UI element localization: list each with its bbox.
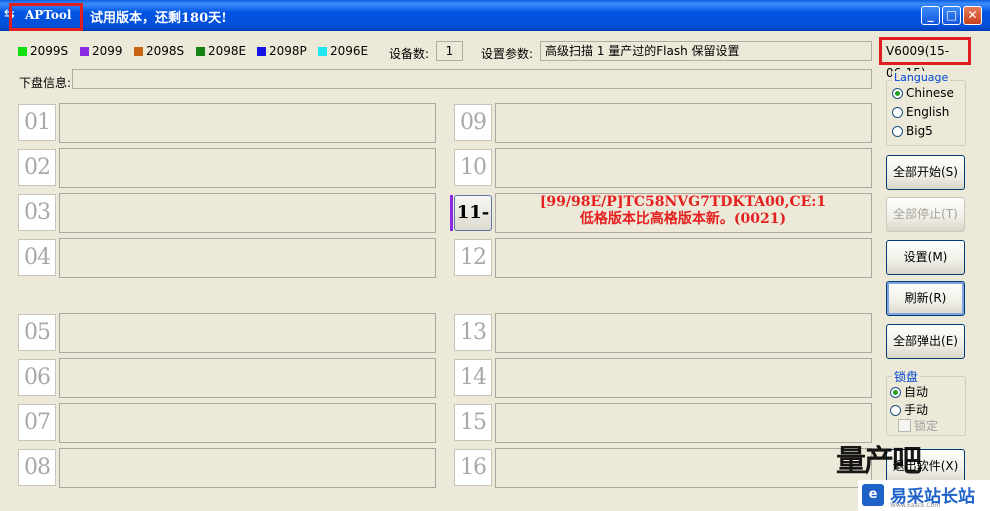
radio-label: Chinese xyxy=(906,86,954,100)
port-number: 03 xyxy=(18,194,56,231)
disk-info-field xyxy=(72,69,872,89)
start-all-button[interactable]: 全部开始(S) xyxy=(886,155,965,190)
port-number: 05 xyxy=(18,314,56,351)
radio-label: English xyxy=(906,105,950,119)
aptool-window: ⇆ APTool 试用版本，还剩180天! _ □ ✕ 2099S 2099 2… xyxy=(0,0,990,511)
lock-checkbox[interactable]: 锁定 xyxy=(898,417,938,434)
port-number: 13 xyxy=(454,314,492,351)
port-slot-15[interactable] xyxy=(495,403,872,443)
radio-icon xyxy=(892,126,903,137)
port-slot-08[interactable] xyxy=(59,448,436,488)
port-number: 06 xyxy=(18,359,56,396)
checkbox-icon xyxy=(898,419,911,432)
watermark-site: e 易采站长站 Www.Easck.Com xyxy=(858,480,990,511)
device-count-value: 1 xyxy=(436,41,463,61)
legend-label: 2098P xyxy=(269,44,307,58)
legend-label: 2096E xyxy=(330,44,369,58)
legend-2096e: 2096E xyxy=(318,44,368,58)
lock-auto[interactable]: 自动 xyxy=(890,383,928,400)
title-bar[interactable]: ⇆ APTool 试用版本，还剩180天! _ □ ✕ xyxy=(0,0,990,31)
settings-param-value: 高级扫描 1 量产过的Flash 保留设置 xyxy=(540,41,872,61)
port-slot-07[interactable] xyxy=(59,403,436,443)
checkbox-label: 锁定 xyxy=(914,419,939,433)
port-number: 10 xyxy=(454,149,492,186)
port-slot-14[interactable] xyxy=(495,358,872,398)
eject-all-button[interactable]: 全部弹出(E) xyxy=(886,324,965,359)
radio-selected-icon xyxy=(892,88,903,99)
disk-info-label: 下盘信息: xyxy=(19,76,72,90)
device-count-label: 设备数: xyxy=(389,47,430,61)
lock-manual[interactable]: 手动 xyxy=(890,401,928,418)
status-line-2: 低格版本比高格版本新。(0021) xyxy=(579,211,787,227)
stop-all-button[interactable]: 全部停止(T) xyxy=(886,197,965,232)
port-number: 01 xyxy=(18,104,56,141)
port-number: 16 xyxy=(454,449,492,486)
legend-swatch xyxy=(196,47,205,56)
maximize-button[interactable]: □ xyxy=(942,6,961,25)
refresh-button[interactable]: 刷新(R) xyxy=(886,281,965,316)
legend-swatch xyxy=(80,47,89,56)
settings-param-label: 设置参数: xyxy=(481,47,534,61)
legend-2098p: 2098P xyxy=(257,44,307,58)
language-title: Language xyxy=(892,71,951,84)
version-label: V6009(15-06-15) xyxy=(879,37,971,80)
close-button[interactable]: ✕ xyxy=(963,6,982,25)
radio-label: 手动 xyxy=(904,403,929,417)
legend-swatch xyxy=(18,47,27,56)
status-line-1: [99/98E/P]TC58NVG7TDKTA00,CE:1 xyxy=(539,194,827,210)
port-slot-16[interactable] xyxy=(495,448,872,488)
port-number: 14 xyxy=(454,359,492,396)
port-number: 09 xyxy=(454,104,492,141)
port-slot-05[interactable] xyxy=(59,313,436,353)
legend-swatch xyxy=(318,47,327,56)
port-number: 04 xyxy=(18,239,56,276)
settings-button[interactable]: 设置(M) xyxy=(886,240,965,275)
legend-2098s: 2098S xyxy=(134,44,184,58)
port-slot-06[interactable] xyxy=(59,358,436,398)
watermark-lcb: 量产吧 xyxy=(836,444,922,479)
window-title: 试用版本，还剩180天! xyxy=(90,11,227,26)
port-slot-01[interactable] xyxy=(59,103,436,143)
radio-icon xyxy=(892,107,903,118)
radio-icon xyxy=(890,405,901,416)
legend-label: 2098E xyxy=(208,44,247,58)
minimize-button[interactable]: _ xyxy=(921,6,940,25)
port-slot-03[interactable] xyxy=(59,193,436,233)
radio-label: 自动 xyxy=(904,385,929,399)
site-logo-icon: e xyxy=(862,484,884,506)
legend-label: 2099 xyxy=(92,44,123,58)
port-slot-10[interactable] xyxy=(495,148,872,188)
port-number: 07 xyxy=(18,404,56,441)
port-number: 02 xyxy=(18,149,56,186)
port-number-active[interactable]: 11-I xyxy=(454,195,492,257)
legend-label: 2098S xyxy=(146,44,185,58)
port-number: 12 xyxy=(454,239,492,276)
port-slot-09[interactable] xyxy=(495,103,872,143)
port-slot-13[interactable] xyxy=(495,313,872,353)
legend-2099s: 2099S xyxy=(18,44,68,58)
legend-swatch xyxy=(134,47,143,56)
legend-2099: 2099 xyxy=(80,44,123,58)
radio-label: Big5 xyxy=(906,124,933,138)
port-number: 08 xyxy=(18,449,56,486)
app-name-highlight xyxy=(9,3,83,31)
radio-selected-icon xyxy=(890,387,901,398)
port-number: 15 xyxy=(454,404,492,441)
port-slot-04[interactable] xyxy=(59,238,436,278)
site-url: Www.Easck.Com xyxy=(890,502,941,509)
port-11-status: [99/98E/P]TC58NVG7TDKTA00,CE:1 低格版本比高格版本… xyxy=(496,194,870,228)
chip-type-indicator xyxy=(450,195,453,231)
legend-swatch xyxy=(257,47,266,56)
language-big5[interactable]: Big5 xyxy=(892,124,933,138)
language-english[interactable]: English xyxy=(892,105,949,119)
legend-label: 2099S xyxy=(30,44,69,58)
port-slot-12[interactable] xyxy=(495,238,872,278)
legend-2098e: 2098E xyxy=(196,44,246,58)
port-slot-02[interactable] xyxy=(59,148,436,188)
language-chinese[interactable]: Chinese xyxy=(892,86,954,100)
